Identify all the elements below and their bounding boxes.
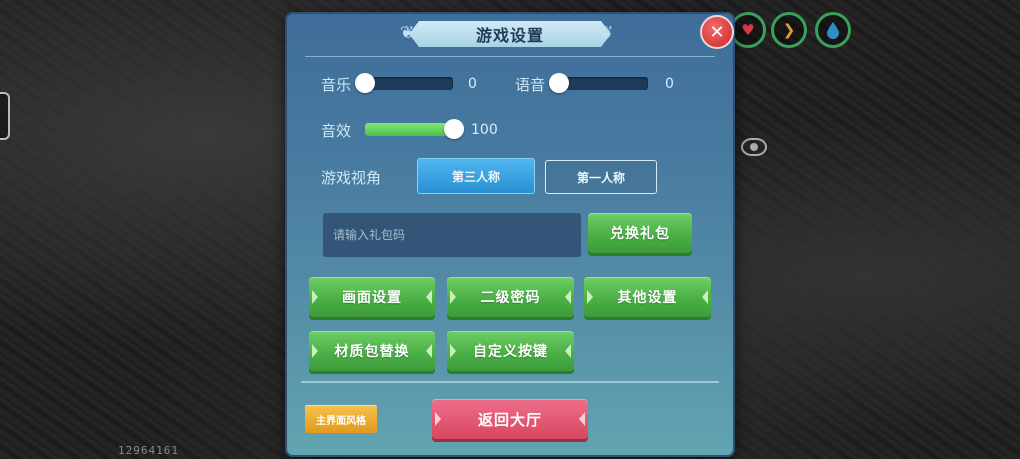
graphics-settings-button[interactable]: 画面设置	[309, 277, 435, 317]
custom-keys-label: 自定义按键	[473, 344, 548, 360]
arrow-right-icon	[702, 290, 708, 304]
view-label: 游戏视角	[321, 169, 382, 187]
voice-label: 语音	[515, 76, 546, 94]
settings-dialog: ❦ 游戏设置 ❦ ✕ 音乐 0 语音 0 音效 100 游戏视角 第三人称 第一…	[285, 12, 735, 457]
return-lobby-label: 返回大厅	[477, 410, 542, 429]
title-divider	[305, 56, 715, 57]
arrow-right-icon	[565, 344, 571, 358]
arrow-left-icon	[587, 290, 593, 304]
food-icon: ❯	[771, 12, 807, 48]
sfx-label: 音效	[321, 122, 352, 140]
redeem-gift-label: 兑换礼包	[610, 226, 670, 242]
arrow-right-icon	[565, 290, 571, 304]
close-button[interactable]: ✕	[700, 15, 734, 49]
sfx-value: 100	[471, 122, 498, 138]
sfx-slider-knob[interactable]	[444, 119, 464, 139]
custom-keys-button[interactable]: 自定义按键	[447, 331, 574, 371]
graphics-settings-label: 画面设置	[342, 290, 402, 306]
resource-pack-label: 材质包替换	[334, 344, 410, 360]
player-id-text: 12964161	[118, 444, 179, 457]
arrow-left-icon	[312, 344, 318, 358]
other-settings-label: 其他设置	[617, 290, 678, 306]
music-slider[interactable]	[355, 73, 453, 93]
voice-slider[interactable]	[549, 73, 648, 93]
redeem-gift-button[interactable]: 兑换礼包	[588, 213, 692, 253]
arrow-left-icon	[450, 290, 456, 304]
secondary-password-button[interactable]: 二级密码	[447, 277, 574, 317]
voice-value: 0	[665, 76, 674, 92]
return-lobby-button[interactable]: 返回大厅	[432, 399, 588, 439]
swirl-right-icon: ❦	[599, 23, 614, 43]
voice-slider-knob[interactable]	[549, 73, 569, 93]
first-person-button[interactable]: 第一人称	[545, 160, 657, 194]
heart-icon: ♥	[730, 12, 766, 48]
arrow-right-icon	[579, 412, 585, 426]
eye-icon[interactable]	[741, 138, 767, 156]
sfx-slider[interactable]	[365, 119, 464, 139]
left-edge-tab[interactable]	[0, 92, 10, 140]
music-value: 0	[468, 76, 477, 92]
arrow-left-icon	[435, 412, 441, 426]
other-settings-button[interactable]: 其他设置	[584, 277, 711, 317]
main-ui-style-button[interactable]: 主界面风格	[305, 405, 377, 433]
arrow-left-icon	[312, 290, 318, 304]
water-drop-icon	[815, 12, 851, 48]
sfx-slider-fill	[365, 123, 454, 136]
dialog-title: 游戏设置	[409, 21, 611, 47]
arrow-right-icon	[426, 344, 432, 358]
arrow-left-icon	[450, 344, 456, 358]
resource-pack-button[interactable]: 材质包替换	[309, 331, 435, 371]
bottom-divider	[301, 381, 719, 383]
secondary-password-label: 二级密码	[480, 290, 541, 306]
arrow-right-icon	[426, 290, 432, 304]
music-slider-knob[interactable]	[355, 73, 375, 93]
music-label: 音乐	[321, 76, 352, 94]
gift-code-input[interactable]	[323, 213, 581, 257]
third-person-button[interactable]: 第三人称	[417, 158, 535, 194]
